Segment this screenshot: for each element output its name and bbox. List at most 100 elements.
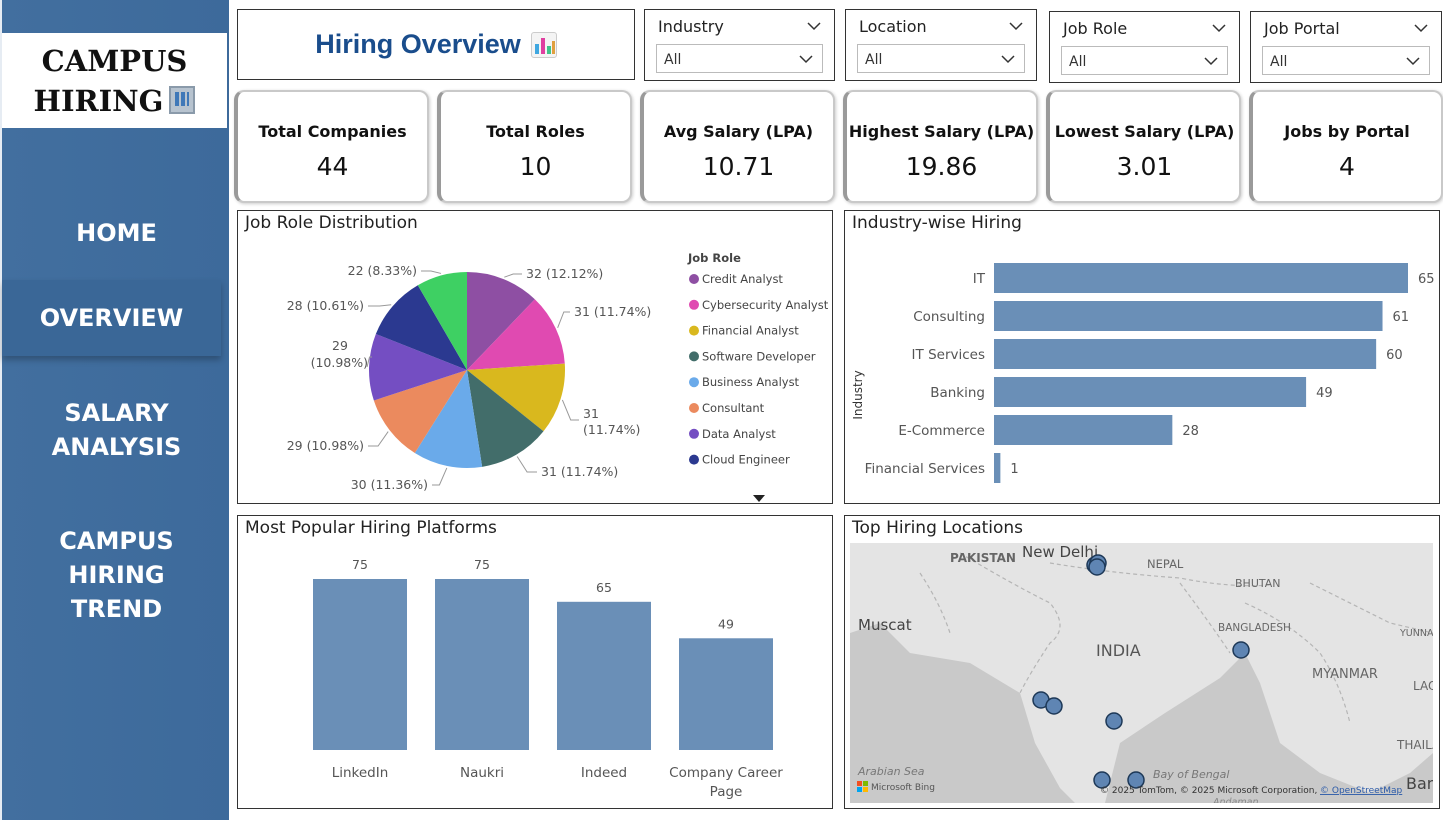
- hiring-locations-map[interactable]: PAKISTAN New Delhi NEPAL BHUTAN Muscat BANGLA…: [850, 543, 1433, 803]
- industry-dropdown[interactable]: All: [656, 44, 823, 73]
- logo-line1: CAMPUS: [41, 43, 188, 78]
- legend-swatch: [689, 428, 699, 439]
- industry-bar[interactable]: [994, 377, 1307, 407]
- platform-bar[interactable]: [313, 579, 407, 750]
- category-tick-label: IT Services: [912, 347, 985, 363]
- openstreetmap-link[interactable]: © OpenStreetMap: [1320, 786, 1403, 796]
- pie-leader-line: [432, 467, 448, 486]
- chevron-down-icon[interactable]: [1413, 20, 1429, 36]
- legend-item[interactable]: Cloud Engineer: [702, 453, 790, 467]
- map-attribution: © 2025 TomTom, © 2025 Microsoft Corporat…: [1100, 786, 1317, 796]
- kpi-value: 3.01: [1116, 152, 1173, 181]
- industry-bar[interactable]: [994, 263, 1408, 293]
- map-place-label: Ban: [1406, 774, 1433, 793]
- legend-item[interactable]: Consultant: [702, 401, 765, 415]
- location-marker[interactable]: [1105, 712, 1123, 730]
- kpi-title: Avg Salary (LPA): [663, 122, 814, 141]
- logo: CAMPUS HIRING: [2, 33, 227, 128]
- slicer-label: Job Portal: [1264, 19, 1340, 38]
- industry-slicer[interactable]: Industry All: [644, 9, 835, 81]
- kpi-card-total-roles: Total Roles 10: [437, 90, 632, 203]
- category-tick-label: Indeed: [581, 765, 627, 781]
- location-marker[interactable]: [1045, 697, 1063, 715]
- job-portal-dropdown[interactable]: All: [1262, 46, 1430, 75]
- slicer-label: Industry: [658, 17, 724, 36]
- legend-swatch: [689, 454, 699, 465]
- pie-leader-line: [557, 311, 570, 328]
- pie-data-label: 31: [583, 406, 599, 421]
- platform-bar[interactable]: [679, 638, 773, 750]
- map-place-label: BHUTAN: [1235, 577, 1281, 590]
- map-place-label: NEPAL: [1147, 557, 1184, 571]
- legend-item[interactable]: Cybersecurity Analyst: [702, 298, 829, 312]
- job-portal-slicer[interactable]: Job Portal All: [1250, 11, 1442, 83]
- job-role-slicer[interactable]: Job Role All: [1049, 11, 1240, 83]
- bar-data-label: 49: [718, 616, 734, 631]
- pie-leader-line: [421, 270, 442, 274]
- legend-swatch: [689, 377, 699, 388]
- pie-data-label: 31 (11.74%): [574, 304, 651, 319]
- legend-item[interactable]: Credit Analyst: [702, 272, 783, 286]
- platform-bar[interactable]: [435, 579, 529, 750]
- legend-scroll-down-icon[interactable]: [753, 495, 765, 502]
- chevron-down-icon[interactable]: [1008, 18, 1024, 34]
- legend-item[interactable]: Financial Analyst: [702, 324, 799, 338]
- legend-swatch: [689, 351, 699, 362]
- kpi-card-jobs-by-portal: Jobs by Portal 4: [1249, 90, 1443, 203]
- location-marker[interactable]: [1088, 558, 1106, 576]
- chevron-down-icon[interactable]: [1211, 20, 1227, 36]
- category-tick-label: Company Career: [669, 765, 783, 781]
- nav-home-button[interactable]: HOME: [2, 216, 231, 250]
- map-place-label: PAKISTAN: [950, 551, 1016, 565]
- job-role-distribution-panel: Job Role Distribution 32 (12.12%) 31 (11.…: [237, 210, 833, 504]
- chevron-down-icon: [799, 55, 813, 64]
- sidebar: CAMPUS HIRING HOME OVERVIEW SALARY ANALY…: [0, 0, 229, 820]
- chevron-down-icon: [1001, 55, 1015, 64]
- nav-salary-analysis-button[interactable]: SALARY ANALYSIS: [2, 396, 231, 464]
- legend-item[interactable]: Software Developer: [702, 349, 816, 363]
- kpi-value: 44: [316, 152, 349, 181]
- map-place-label: Andaman: [1212, 797, 1258, 803]
- pie-data-label: 32 (12.12%): [526, 266, 603, 281]
- location-slicer[interactable]: Location All: [845, 9, 1037, 81]
- chevron-down-icon[interactable]: [806, 18, 822, 34]
- pie-data-label: 29 (10.98%): [287, 438, 364, 453]
- map-provider-label: Microsoft Bing: [871, 783, 935, 793]
- map-place-label: Muscat: [858, 616, 912, 634]
- legend-title: Job Role: [687, 251, 741, 265]
- bar-chart-icon: [530, 31, 557, 58]
- map-place-label: New Delhi: [1022, 543, 1098, 561]
- legend-swatch: [689, 325, 699, 336]
- legend-item[interactable]: Data Analyst: [702, 427, 776, 441]
- job-role-pie-chart[interactable]: 32 (12.12%) 31 (11.74%) 31(11.74%) 31 (11.7…: [238, 233, 831, 503]
- industry-bar[interactable]: [994, 453, 1001, 483]
- kpi-card-total-companies: Total Companies 44: [234, 90, 429, 203]
- bar-data-label: 65: [596, 580, 612, 595]
- nav-overview-button[interactable]: OVERVIEW: [2, 280, 221, 356]
- slicer-label: Job Role: [1063, 19, 1128, 38]
- industry-bar[interactable]: [994, 301, 1383, 331]
- industry-bar[interactable]: [994, 415, 1173, 445]
- category-tick-label: Financial Services: [865, 461, 985, 477]
- pie-data-label: (11.74%): [583, 422, 640, 437]
- category-tick-label: IT: [973, 271, 986, 287]
- top-hiring-locations-panel: Top Hiring Locations PAKISTAN New Delhi NE…: [844, 515, 1440, 809]
- platforms-bar-chart[interactable]: 75 LinkedIn 75 Naukri 65 Indeed 49 Company Care…: [238, 538, 831, 808]
- industry-bar[interactable]: [994, 339, 1377, 369]
- nav-campus-hiring-trend-button[interactable]: CAMPUS HIRING TREND: [2, 524, 231, 626]
- slicer-label: Location: [859, 17, 927, 36]
- map-place-label: INDIA: [1096, 641, 1141, 660]
- platform-bar[interactable]: [557, 601, 651, 750]
- location-dropdown[interactable]: All: [857, 44, 1025, 73]
- map-place-label: LAO: [1413, 679, 1433, 693]
- legend-item[interactable]: Business Analyst: [702, 375, 800, 389]
- job-role-dropdown[interactable]: All: [1061, 46, 1228, 75]
- kpi-value: 10: [519, 152, 552, 181]
- page-title-box: Hiring Overview: [237, 9, 635, 80]
- kpi-title: Jobs by Portal: [1284, 122, 1410, 141]
- bar-data-label: 28: [1182, 424, 1199, 439]
- kpi-value: 4: [1339, 152, 1355, 181]
- kpi-value: 19.86: [905, 152, 978, 181]
- location-marker[interactable]: [1232, 641, 1250, 659]
- industry-bar-chart[interactable]: Industry IT 65 Consulting 61 IT Services 60 Ban…: [845, 233, 1438, 503]
